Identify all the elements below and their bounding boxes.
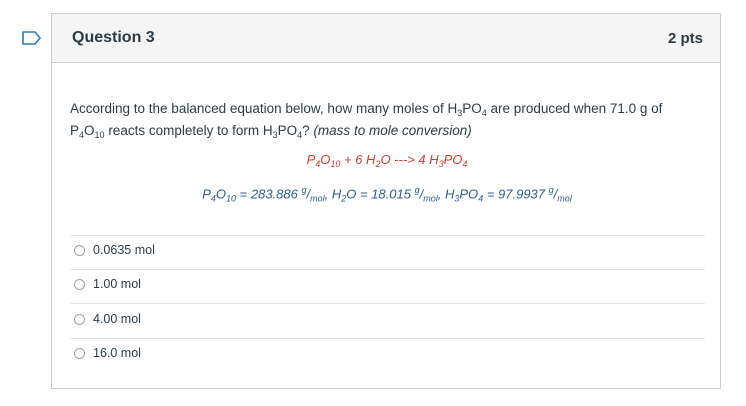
question-card: Question 3 2 pts According to the balanc… [51, 13, 721, 389]
radio-button[interactable] [74, 347, 85, 359]
divider [70, 303, 705, 304]
answer-option-4[interactable]: 16.0 mol [74, 346, 141, 360]
question-text: According to the balanced equation below… [70, 101, 663, 140]
answer-option-3[interactable]: 4.00 mol [74, 312, 141, 326]
question-title: Question 3 [72, 29, 155, 46]
balanced-equation: P4O10 + 6 H2O ---> 4 H3PO4 [306, 152, 468, 169]
question-points: 2 pts [667, 29, 703, 47]
radio-button[interactable] [74, 313, 85, 325]
divider [70, 235, 705, 236]
radio-button[interactable] [74, 278, 85, 290]
bookmark-flag-icon[interactable] [22, 31, 42, 45]
molar-masses: P4O10 = 283.886 g/mol, H2O = 18.015 g/mo… [202, 185, 572, 204]
question-header: Question 3 2 pts [52, 14, 720, 63]
divider [70, 269, 705, 270]
answer-option-2[interactable]: 1.00 mol [74, 277, 141, 291]
question-note: (mass to mole conversion) [313, 123, 472, 138]
answer-option-1[interactable]: 0.0635 mol [74, 243, 155, 257]
radio-button[interactable] [74, 244, 85, 256]
divider [70, 338, 705, 339]
